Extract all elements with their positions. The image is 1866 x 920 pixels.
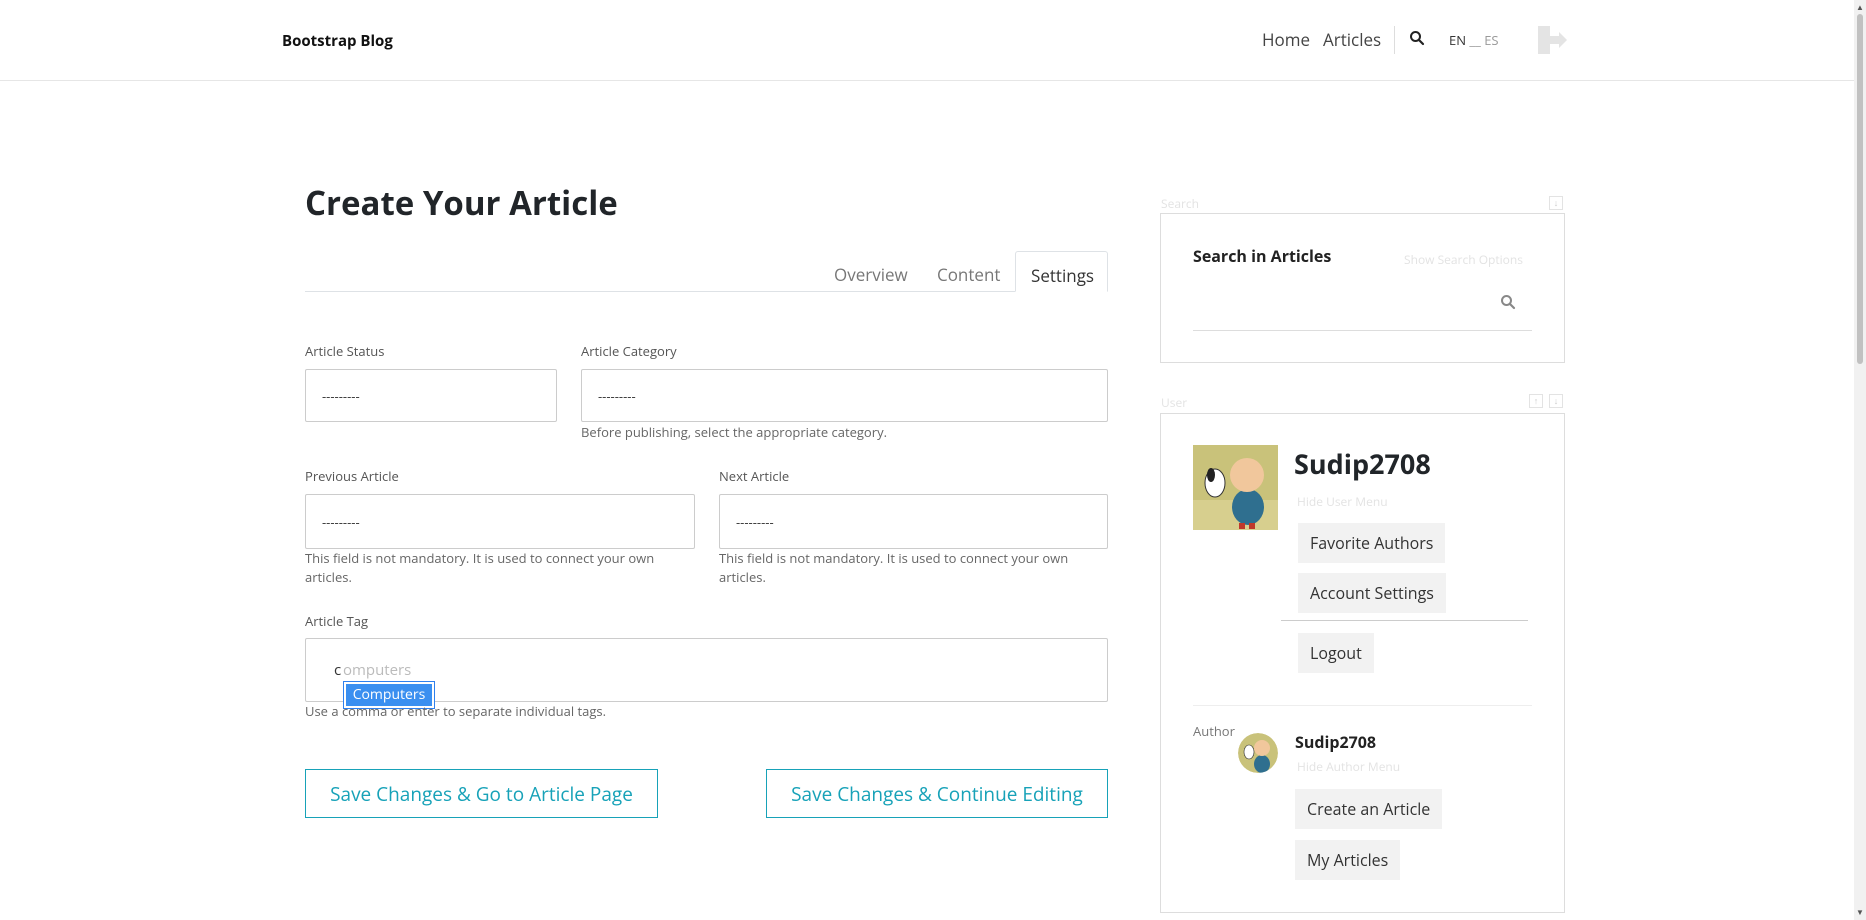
- lang-es[interactable]: ES: [1484, 31, 1498, 49]
- article-category-select[interactable]: ---------: [581, 369, 1108, 422]
- collapse-arrow-icon[interactable]: ↓: [1549, 196, 1563, 210]
- username: Sudip2708: [1294, 445, 1431, 482]
- article-category-label: Article Category: [581, 342, 677, 360]
- save-and-continue-button[interactable]: Save Changes & Continue Editing: [766, 769, 1108, 818]
- lang-en[interactable]: EN: [1449, 31, 1466, 49]
- account-settings-button[interactable]: Account Settings: [1298, 573, 1446, 613]
- search-icon[interactable]: [1500, 294, 1516, 310]
- user-menu-divider: [1281, 620, 1528, 621]
- tag-autocomplete-hint: omputers: [343, 660, 412, 680]
- move-up-arrow-icon[interactable]: ↑: [1529, 394, 1543, 408]
- create-article-button[interactable]: Create an Article: [1295, 789, 1443, 829]
- next-article-value: ---------: [736, 512, 774, 531]
- search-icon[interactable]: [1409, 30, 1425, 46]
- previous-article-select[interactable]: ---------: [305, 494, 695, 549]
- article-tag-label: Article Tag: [305, 612, 369, 630]
- brand-logo[interactable]: Bootstrap Blog: [282, 31, 393, 51]
- tab-settings[interactable]: Settings: [1015, 251, 1108, 292]
- move-down-arrow-icon[interactable]: ↓: [1549, 394, 1563, 408]
- nav-articles[interactable]: Articles: [1323, 28, 1381, 51]
- next-article-help: This field is not mandatory. It is used …: [719, 549, 1069, 586]
- author-label: Author: [1193, 722, 1235, 740]
- article-tag-help: Use a comma or enter to separate individ…: [305, 702, 607, 720]
- previous-article-label: Previous Article: [305, 467, 399, 485]
- article-category-value: ---------: [598, 386, 636, 405]
- tab-content[interactable]: Content: [922, 251, 1015, 292]
- author-name: Sudip2708: [1295, 731, 1377, 753]
- save-and-go-button[interactable]: Save Changes & Go to Article Page: [305, 769, 658, 818]
- article-status-label: Article Status: [305, 342, 385, 360]
- nav-divider: [1394, 26, 1395, 54]
- tab-overview[interactable]: Overview: [819, 251, 923, 292]
- article-category-help: Before publishing, select the appropriat…: [581, 423, 887, 441]
- next-article-label: Next Article: [719, 467, 790, 485]
- scroll-up-arrow-icon[interactable]: ▲: [1856, 2, 1864, 13]
- search-input[interactable]: [1193, 330, 1532, 331]
- next-article-select[interactable]: ---------: [719, 494, 1108, 549]
- page-scrollbar[interactable]: ▲ ▼: [1854, 0, 1866, 920]
- favorite-authors-button[interactable]: Favorite Authors: [1298, 523, 1446, 563]
- hide-author-menu-link[interactable]: Hide Author Menu: [1297, 758, 1400, 775]
- previous-article-value: ---------: [322, 512, 360, 531]
- show-search-options-link[interactable]: Show Search Options: [1404, 251, 1523, 268]
- logout-button[interactable]: Logout: [1298, 633, 1374, 673]
- hide-user-menu-link[interactable]: Hide User Menu: [1297, 493, 1388, 510]
- previous-article-help: This field is not mandatory. It is used …: [305, 549, 655, 586]
- user-widget-caption: User: [1161, 394, 1188, 411]
- author-avatar[interactable]: [1238, 733, 1278, 773]
- user-avatar[interactable]: [1193, 445, 1278, 530]
- search-widget-caption: Search: [1161, 195, 1199, 212]
- language-switcher: EN __ ES: [1449, 31, 1499, 49]
- author-section-divider: [1193, 705, 1532, 706]
- lang-separator: __: [1469, 31, 1481, 49]
- tag-typed-text: c: [334, 660, 342, 680]
- nav-home[interactable]: Home: [1262, 28, 1310, 51]
- article-status-value: ---------: [322, 386, 360, 405]
- search-widget-title: Search in Articles: [1193, 245, 1332, 267]
- scroll-down-arrow-icon[interactable]: ▼: [1856, 907, 1864, 918]
- scroll-thumb[interactable]: [1857, 14, 1863, 364]
- search-widget-panel: [1160, 213, 1565, 363]
- sign-out-icon[interactable]: [1536, 24, 1568, 56]
- page-title: Create Your Article: [305, 180, 618, 225]
- top-navbar: Bootstrap Blog Home Articles EN __ ES: [0, 0, 1854, 81]
- article-status-select[interactable]: ---------: [305, 369, 557, 422]
- my-articles-button[interactable]: My Articles: [1295, 840, 1401, 880]
